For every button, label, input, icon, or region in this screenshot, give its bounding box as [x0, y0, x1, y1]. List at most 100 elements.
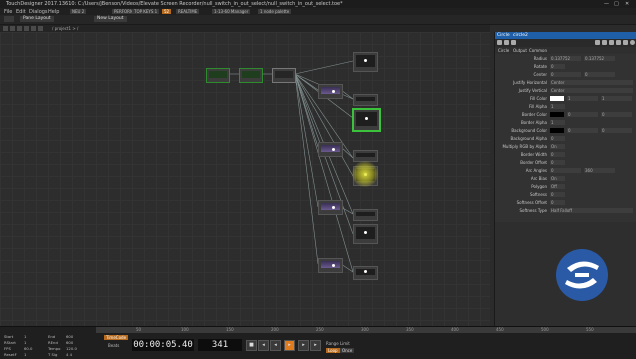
info-icon[interactable] — [511, 40, 516, 45]
maximize-button[interactable]: □ — [614, 1, 619, 7]
play-reverse-button[interactable]: ◂ — [270, 340, 281, 351]
close-button[interactable]: ✕ — [625, 1, 629, 7]
gear-icon[interactable] — [4, 16, 14, 22]
color-swatch[interactable] — [550, 96, 564, 101]
bypass-icon[interactable] — [595, 40, 600, 45]
once-toggle[interactable]: Once — [340, 348, 355, 353]
timecode-display[interactable]: 00:00:05.40 — [132, 339, 194, 351]
param-field[interactable]: 0.137752 — [584, 56, 615, 61]
switch-top-1[interactable] — [318, 84, 343, 99]
rewind-button[interactable]: ■ — [246, 340, 257, 351]
pane-layout-button[interactable]: Pane Layout — [20, 16, 54, 22]
python-icon[interactable] — [504, 40, 509, 45]
param-field[interactable]: 0 — [550, 160, 565, 165]
expand-icon[interactable] — [630, 40, 635, 45]
param-field[interactable]: 0 — [550, 152, 565, 157]
null-node[interactable] — [272, 68, 296, 83]
frame-display[interactable]: 341 — [198, 339, 242, 351]
switch-top-3[interactable] — [318, 200, 343, 215]
param-field[interactable]: 1 — [550, 104, 565, 109]
tab-common[interactable]: Common — [529, 48, 547, 53]
end-button[interactable]: ▸ — [310, 340, 321, 351]
param-field[interactable]: 0 — [601, 128, 632, 133]
color-swatch[interactable] — [550, 128, 564, 133]
param-field[interactable]: 1 — [550, 120, 565, 125]
back-icon[interactable] — [3, 26, 8, 31]
color-swatch[interactable] — [550, 112, 564, 117]
param-field[interactable]: 360 — [584, 168, 615, 173]
forward-icon[interactable] — [10, 26, 15, 31]
out-top-3[interactable] — [353, 209, 378, 221]
param-row: Justify Horizontal Center — [495, 79, 636, 86]
home-icon[interactable] — [24, 26, 29, 31]
param-field[interactable]: 0 — [584, 72, 615, 77]
param-field[interactable]: Half Falloff — [550, 208, 633, 213]
param-field[interactable]: 0 — [550, 64, 565, 69]
param-field[interactable]: 0 — [601, 112, 632, 117]
viewer-icon[interactable] — [616, 40, 621, 45]
end-value[interactable]: 600 — [66, 334, 73, 339]
up-icon[interactable] — [17, 26, 22, 31]
tab-output[interactable]: Output — [513, 48, 527, 53]
step-forward-button[interactable]: ▸ — [298, 340, 309, 351]
timecode-toggle[interactable]: TimeCode — [104, 335, 129, 340]
param-field[interactable]: 0 — [550, 72, 581, 77]
out-top-1[interactable] — [353, 94, 378, 106]
top-keys-tag[interactable]: TOP KEYS 1 — [132, 9, 160, 14]
network-path[interactable]: / project1 > / — [52, 26, 78, 31]
tempo-value[interactable]: 120.0 — [66, 346, 77, 351]
loop-toggle[interactable]: Loop — [326, 348, 340, 353]
param-field[interactable]: Off — [550, 184, 565, 189]
param-field[interactable]: On — [550, 176, 565, 181]
circle-top-selected[interactable] — [352, 108, 381, 132]
start-value[interactable]: 1 — [24, 334, 26, 339]
out-top-4[interactable] — [353, 266, 378, 280]
step-back-button[interactable]: ◂ — [258, 340, 269, 351]
fps-value[interactable]: 60.0 — [24, 346, 32, 351]
minimize-button[interactable]: — — [604, 1, 609, 7]
param-field[interactable]: 0 — [550, 168, 581, 173]
tab-circle[interactable]: Circle — [498, 48, 509, 53]
param-field[interactable]: 0 — [567, 112, 598, 117]
switch-top-2[interactable] — [318, 142, 343, 157]
rend-value[interactable]: 600 — [66, 340, 73, 345]
beats-toggle[interactable]: Beats — [108, 343, 119, 348]
active-tag[interactable]: 52 — [162, 9, 172, 14]
op-name[interactable]: circle2 — [513, 33, 528, 38]
rstart-value[interactable]: 1 — [24, 340, 26, 345]
play-button[interactable]: ▸ — [284, 340, 295, 351]
param-field[interactable]: 1 — [567, 96, 598, 101]
param-field[interactable]: 0 — [550, 136, 565, 141]
chop-node-2[interactable] — [239, 68, 263, 83]
param-field[interactable]: 0.137752 — [550, 56, 581, 61]
chop-node-1[interactable] — [206, 68, 230, 83]
grid-icon[interactable] — [31, 26, 36, 31]
ruler-tick: 550 — [586, 327, 594, 332]
title-bar: TouchDesigner 2017.13610: C:/Users/jBens… — [0, 0, 636, 8]
switch-top-4[interactable] — [318, 258, 343, 273]
palette-tag[interactable]: 1 node palette — [258, 9, 292, 14]
realtime-tag[interactable]: REALTIME — [176, 9, 200, 14]
help-icon[interactable] — [497, 40, 502, 45]
lock-icon[interactable] — [602, 40, 607, 45]
new-layout-button[interactable]: New Layout — [94, 16, 127, 22]
param-row: Border Offset 0 — [495, 159, 636, 166]
param-field[interactable]: Center — [550, 88, 633, 93]
circle-top-4[interactable] — [353, 224, 378, 244]
add-icon[interactable] — [623, 40, 628, 45]
perform-tag[interactable]: NEU 2 — [70, 9, 87, 14]
display-icon[interactable] — [609, 40, 614, 45]
param-field[interactable]: On — [550, 144, 565, 149]
circle-top-1[interactable] — [353, 52, 378, 72]
param-field[interactable]: 0 — [550, 192, 565, 197]
param-field[interactable]: 0 — [567, 128, 598, 133]
timeline-ruler[interactable]: 50 100 150 200 250 300 350 400 450 500 550 — [96, 327, 636, 333]
param-field[interactable]: 0 — [550, 200, 565, 205]
param-field[interactable]: Center — [550, 80, 633, 85]
manager-tag[interactable]: 1-13-60 Manager — [212, 9, 251, 14]
network-editor[interactable] — [0, 32, 490, 326]
info-icon[interactable] — [38, 26, 43, 31]
tsig-value[interactable]: 4 4 — [66, 352, 72, 357]
param-field[interactable]: 1 — [601, 96, 632, 101]
resetf-value[interactable]: 1 — [24, 352, 26, 357]
